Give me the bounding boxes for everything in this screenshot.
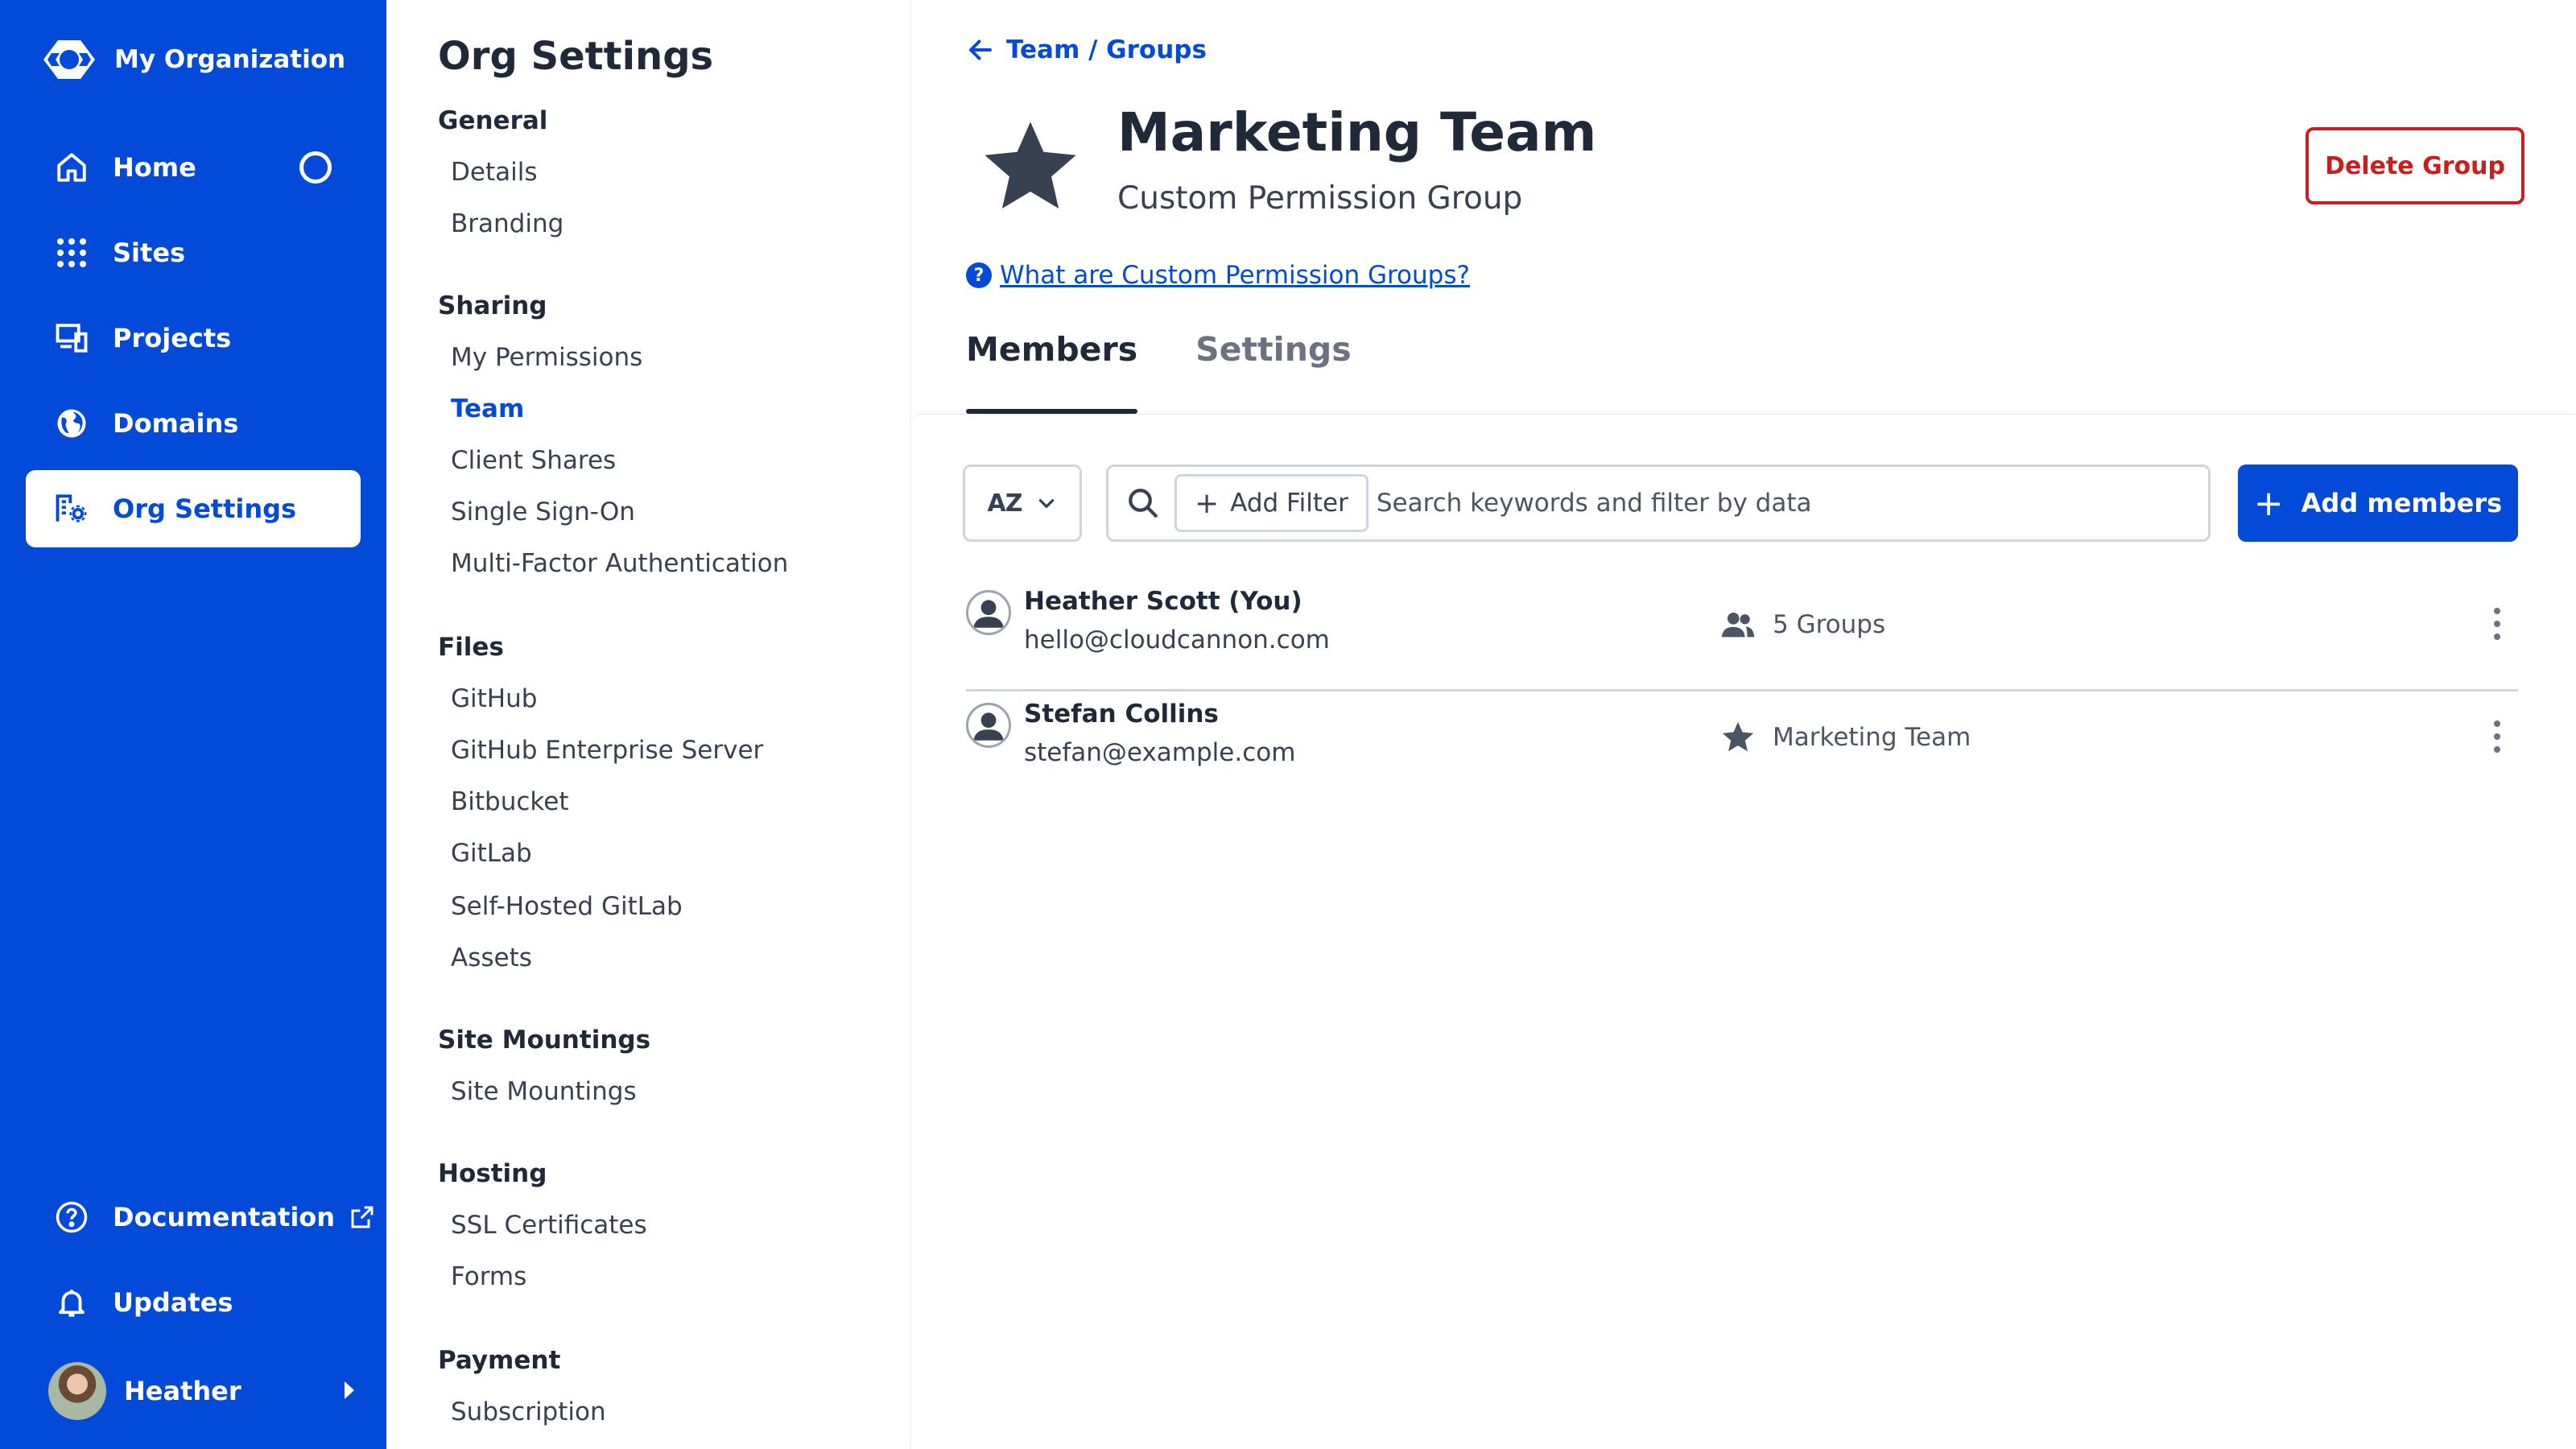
tab-settings[interactable]: Settings <box>1195 330 1352 401</box>
nav-home[interactable]: Home <box>26 129 361 206</box>
avatar <box>48 1362 106 1420</box>
add-members-label: Add members <box>2301 488 2503 518</box>
more-options-icon[interactable] <box>2492 720 2502 753</box>
plus-icon: + <box>1195 486 1220 520</box>
cloudcannon-logo-icon <box>43 40 95 79</box>
user-avatar-icon <box>966 703 1011 748</box>
star-icon <box>985 122 1076 208</box>
nav-domains[interactable]: Domains <box>26 385 361 462</box>
nav-label: Home <box>113 152 196 183</box>
member-groups: 5 Groups <box>1719 606 1885 643</box>
nav-documentation[interactable]: Documentation <box>26 1179 374 1256</box>
main-content: Team / Groups Marketing Team Custom Perm… <box>911 0 2576 1449</box>
user-name: Heather <box>124 1376 242 1406</box>
nav-label: Projects <box>113 323 232 353</box>
tab-bar: Members Settings <box>966 330 1410 414</box>
help-link-label: What are Custom Permission Groups? <box>1000 261 1470 290</box>
breadcrumb[interactable]: Team / Groups <box>966 35 1207 64</box>
nav-label: Documentation <box>113 1202 336 1232</box>
search-input[interactable] <box>1376 489 2182 518</box>
user-avatar-icon <box>966 590 1011 635</box>
section-heading: Payment <box>438 1346 561 1375</box>
member-groups-label: Marketing Team <box>1773 723 1971 752</box>
org-settings-icon <box>56 494 87 522</box>
list-item[interactable]: Stefan Collins stefan@example.com Market… <box>966 693 2518 804</box>
status-ring-icon <box>299 151 332 184</box>
more-options-icon[interactable] <box>2492 608 2502 640</box>
settings-item-self-hosted-gitlab[interactable]: Self-Hosted GitLab <box>451 892 683 921</box>
settings-item-my-permissions[interactable]: My Permissions <box>451 343 642 372</box>
nav-label: Sites <box>113 237 186 268</box>
nav-sites[interactable]: Sites <box>26 214 361 291</box>
chevron-right-icon <box>345 1381 354 1399</box>
member-name: Heather Scott (You) <box>1024 587 1302 616</box>
nav-label: Org Settings <box>113 493 297 524</box>
plus-icon: + <box>2253 482 2284 524</box>
settings-sidebar: Org Settings General Details Branding Sh… <box>386 0 911 1449</box>
search-icon <box>1129 489 1158 518</box>
settings-item-mfa[interactable]: Multi-Factor Authentication <box>451 549 788 578</box>
grid-icon <box>56 237 87 268</box>
settings-item-site-mountings[interactable]: Site Mountings <box>451 1077 637 1106</box>
members-panel: AZ + Add Filter + Add members Heather Sc… <box>911 414 2576 1449</box>
settings-item-assets[interactable]: Assets <box>451 943 532 972</box>
org-name: My Organization <box>114 45 346 74</box>
list-item[interactable]: Heather Scott (You) hello@cloudcannon.co… <box>966 580 2518 691</box>
nav-projects[interactable]: Projects <box>26 299 361 377</box>
settings-title: Org Settings <box>438 34 714 79</box>
question-icon: ? <box>966 262 992 288</box>
page-subtitle: Custom Permission Group <box>1117 180 1523 217</box>
home-icon <box>57 153 86 182</box>
chevron-down-icon <box>1039 499 1055 508</box>
settings-item-github-enterprise[interactable]: GitHub Enterprise Server <box>451 736 763 765</box>
arrow-left-icon <box>969 39 992 60</box>
breadcrumb-label: Team / Groups <box>1006 35 1207 64</box>
bell-icon <box>59 1290 85 1317</box>
settings-item-github[interactable]: GitHub <box>451 684 537 713</box>
help-link[interactable]: ? What are Custom Permission Groups? <box>966 261 1470 290</box>
nav-updates[interactable]: Updates <box>26 1264 361 1341</box>
member-groups: Marketing Team <box>1719 719 1971 756</box>
settings-item-branding[interactable]: Branding <box>451 209 564 238</box>
external-link-icon <box>351 1206 374 1228</box>
settings-item-subscription[interactable]: Subscription <box>451 1397 606 1426</box>
search-bar: + Add Filter <box>1106 464 2211 542</box>
section-heading: Hosting <box>438 1159 547 1188</box>
section-heading: Site Mountings <box>438 1026 651 1055</box>
nav-label: Domains <box>113 408 239 439</box>
section-heading: Sharing <box>438 291 547 320</box>
tab-members[interactable]: Members <box>966 330 1138 414</box>
main-navigation: My Organization Home Sites Projects Doma… <box>0 0 386 1449</box>
settings-item-client-shares[interactable]: Client Shares <box>451 446 616 475</box>
settings-item-bitbucket[interactable]: Bitbucket <box>451 787 568 816</box>
globe-icon <box>57 409 86 438</box>
member-email: stefan@example.com <box>1024 738 1296 767</box>
settings-item-team[interactable]: Team <box>451 394 524 423</box>
section-heading: General <box>438 106 548 135</box>
member-email: hello@cloudcannon.com <box>1024 625 1330 654</box>
add-filter-button[interactable]: + Add Filter <box>1174 474 1368 532</box>
help-circle-icon <box>56 1201 88 1233</box>
org-switcher[interactable]: My Organization <box>42 35 345 84</box>
star-icon <box>1722 721 1754 752</box>
nav-org-settings[interactable]: Org Settings <box>26 470 361 547</box>
settings-item-gitlab[interactable]: GitLab <box>451 839 532 868</box>
add-members-button[interactable]: + Add members <box>2238 464 2518 542</box>
add-filter-label: Add Filter <box>1230 489 1348 518</box>
member-name: Stefan Collins <box>1024 700 1219 729</box>
settings-item-details[interactable]: Details <box>451 158 537 187</box>
delete-group-button[interactable]: Delete Group <box>2306 127 2524 204</box>
member-groups-label: 5 Groups <box>1773 610 1886 639</box>
sort-az-icon: AZ <box>987 489 1023 518</box>
page-title: Marketing Team <box>1117 101 1597 163</box>
settings-item-forms[interactable]: Forms <box>451 1262 526 1291</box>
sort-button[interactable]: AZ <box>963 464 1082 542</box>
users-icon <box>1721 613 1755 638</box>
section-heading: Files <box>438 633 504 662</box>
user-menu[interactable]: Heather <box>48 1360 354 1422</box>
settings-item-single-sign-on[interactable]: Single Sign-On <box>451 497 635 526</box>
devices-icon <box>56 324 88 353</box>
settings-item-ssl-certificates[interactable]: SSL Certificates <box>451 1211 647 1240</box>
nav-label: Updates <box>113 1287 233 1318</box>
